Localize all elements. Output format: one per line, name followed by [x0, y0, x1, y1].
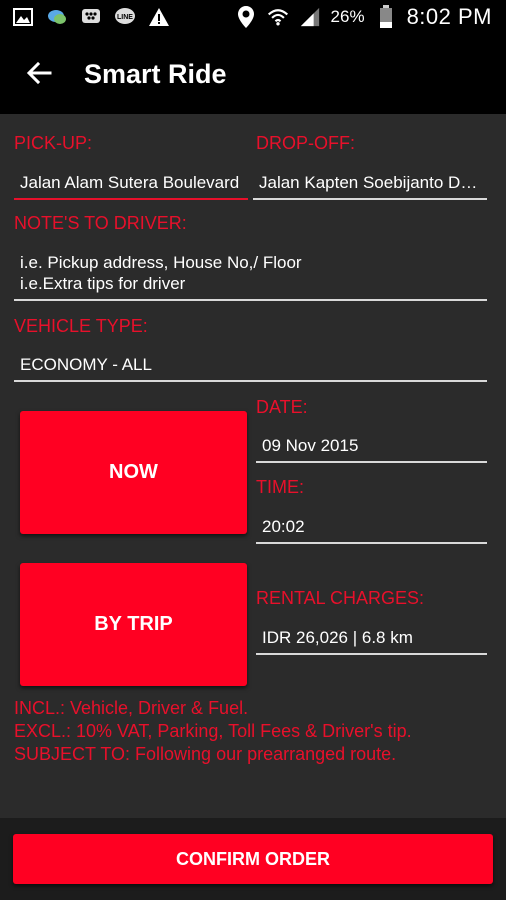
arrow-left-icon [26, 60, 52, 91]
bbm-icon [80, 6, 102, 28]
dropoff-input[interactable]: Jalan Kapten Soebijanto Djojohadikusumo [253, 170, 487, 200]
date-field[interactable]: 09 Nov 2015 [256, 433, 487, 463]
battery-icon [375, 5, 397, 28]
vehicle-type-select[interactable]: ECONOMY - ALL [14, 352, 487, 382]
time-label: TIME: [256, 477, 304, 497]
inclusions-note: INCL.: Vehicle, Driver & Fuel. [14, 698, 249, 718]
dropoff-label: DROP-OFF: [256, 133, 355, 153]
notes-placeholder-line-1: i.e. Pickup address, House No,/ Floor [20, 253, 302, 272]
svg-text:LINE: LINE [117, 14, 133, 21]
warning-icon [148, 6, 170, 28]
clock: 8:02 PM [406, 4, 492, 29]
rental-charges-value: IDR 26,026 | 6.8 km [256, 625, 487, 655]
pickup-label: PICK-UP: [14, 133, 93, 153]
subject-to-note: SUBJECT TO: Following our prearranged ro… [14, 744, 397, 764]
exclusions-note: EXCL.: 10% VAT, Parking, Toll Fees & Dri… [14, 721, 412, 741]
battery-percent: 26% [330, 7, 365, 26]
wifi-icon [267, 6, 289, 28]
notes-placeholder-line-2: i.e.Extra tips for driver [20, 274, 186, 293]
back-button[interactable] [22, 58, 56, 92]
notes-label: NOTE'S TO DRIVER: [14, 213, 187, 233]
signal-icon [299, 6, 321, 28]
status-bar: LINE 26% 8:02 PM [0, 0, 506, 36]
line-icon: LINE [114, 6, 136, 28]
time-field[interactable]: 20:02 [256, 514, 487, 544]
confirm-order-button[interactable]: CONFIRM ORDER [13, 834, 493, 884]
location-icon [235, 6, 257, 28]
now-button[interactable]: NOW [20, 411, 247, 534]
notification-icons: LINE [12, 6, 170, 28]
notes-input[interactable]: i.e. Pickup address, House No,/ Floor i.… [14, 252, 487, 301]
rental-charges-label: RENTAL CHARGES: [256, 588, 425, 608]
by-trip-button[interactable]: BY TRIP [20, 563, 247, 686]
chat-icon [46, 6, 68, 28]
date-label: DATE: [256, 397, 308, 417]
page-title: Smart Ride [84, 59, 227, 89]
app-bar: Smart Ride [0, 36, 506, 114]
system-status: 26% 8:02 PM [235, 4, 492, 30]
gallery-icon [12, 6, 34, 28]
vehicle-type-label: VEHICLE TYPE: [14, 316, 148, 336]
pickup-input[interactable]: Jalan Alam Sutera Boulevard [14, 170, 248, 200]
